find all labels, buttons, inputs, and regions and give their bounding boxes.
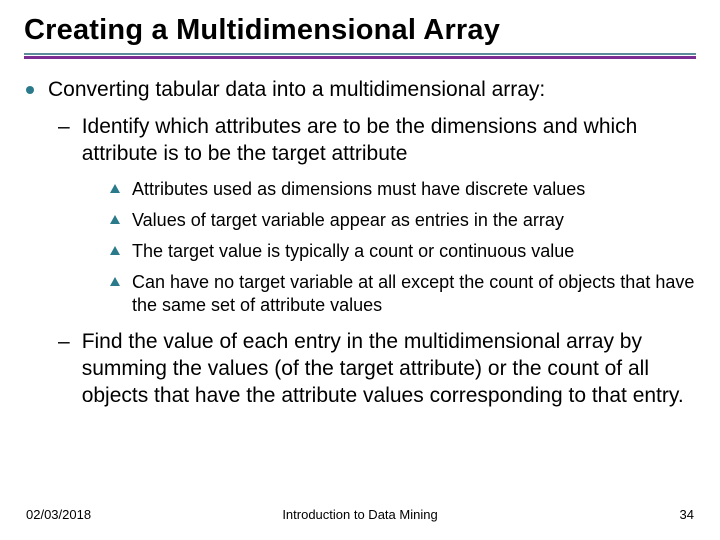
l3-text: The target value is typically a count or…	[132, 240, 574, 263]
list-item: Converting tabular data into a multidime…	[24, 77, 696, 104]
bullet-icon	[26, 86, 34, 94]
footer-title: Introduction to Data Mining	[282, 507, 437, 522]
slide-body: Converting tabular data into a multidime…	[24, 57, 696, 409]
list-item: Can have no target variable at all excep…	[110, 271, 696, 317]
triangle-icon	[110, 184, 120, 193]
slide: Creating a Multidimensional Array Conver…	[0, 0, 720, 540]
list-item: Attributes used as dimensions must have …	[110, 178, 696, 201]
list-item: – Find the value of each entry in the mu…	[58, 329, 696, 410]
list-item: – Identify which attributes are to be th…	[58, 114, 696, 168]
footer-page: 34	[680, 507, 694, 522]
l3-text: Attributes used as dimensions must have …	[132, 178, 585, 201]
dash-icon: –	[58, 114, 70, 140]
slide-title: Creating a Multidimensional Array	[24, 14, 696, 47]
l2-text: Identify which attributes are to be the …	[82, 114, 696, 168]
footer-date: 02/03/2018	[26, 507, 91, 522]
list-item: Values of target variable appear as entr…	[110, 209, 696, 232]
triangle-icon	[110, 246, 120, 255]
l3-text: Values of target variable appear as entr…	[132, 209, 564, 232]
l1-text: Converting tabular data into a multidime…	[48, 77, 545, 104]
dash-icon: –	[58, 329, 70, 355]
l3-text: Can have no target variable at all excep…	[132, 271, 696, 317]
list-item: The target value is typically a count or…	[110, 240, 696, 263]
triangle-icon	[110, 215, 120, 224]
l2-text: Find the value of each entry in the mult…	[82, 329, 696, 410]
slide-footer: 02/03/2018 Introduction to Data Mining 3…	[0, 507, 720, 522]
triangle-icon	[110, 277, 120, 286]
